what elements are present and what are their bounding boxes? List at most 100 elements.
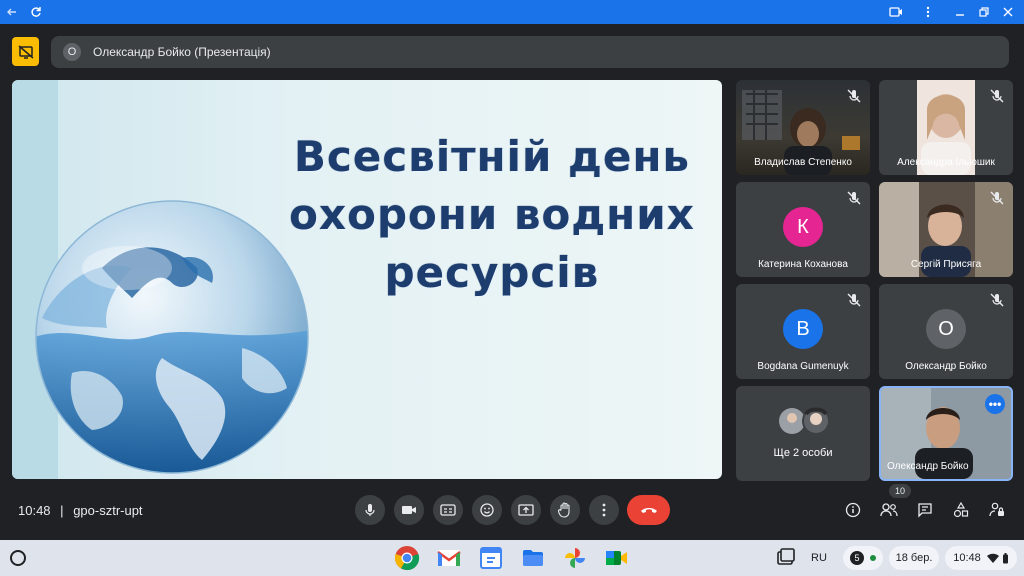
participant-name: Катерина Коханова — [758, 259, 848, 270]
mic-icon — [365, 504, 375, 516]
participant-tile[interactable]: О Олександр Бойко — [879, 284, 1013, 379]
raise-hand-button[interactable] — [550, 495, 580, 525]
separator: | — [60, 503, 64, 518]
participant-tile[interactable]: Александра Ільюшик — [879, 80, 1013, 175]
reactions-button[interactable] — [472, 495, 502, 525]
chrome-icon[interactable] — [394, 545, 420, 571]
participant-name: Сергій Присяга — [910, 259, 982, 270]
present-off-icon — [18, 44, 33, 59]
meet-window: О Олександр Бойко (Презентація) Всесвітн… — [0, 24, 1024, 540]
wifi-icon — [986, 553, 999, 563]
mic-off-icon — [847, 293, 861, 307]
meeting-code: gpo-sztr-upt — [73, 503, 143, 518]
chat-button[interactable] — [912, 497, 938, 523]
battery-icon — [1002, 552, 1008, 563]
cast-button[interactable] — [884, 0, 908, 24]
participant-name: Олександр Бойко — [905, 361, 987, 372]
presenter-avatar: О — [63, 43, 81, 61]
chat-icon — [918, 503, 932, 518]
input-method-indicator[interactable]: RU — [806, 546, 832, 570]
more-participants-tile[interactable]: Ще 2 особи — [736, 386, 870, 481]
meeting-details: 10:48 | gpo-sztr-upt — [18, 503, 143, 518]
participant-avatar: О — [926, 309, 966, 349]
restore-button[interactable] — [972, 0, 996, 24]
camera-button[interactable] — [394, 495, 424, 525]
info-icon — [845, 502, 861, 518]
minimize-button[interactable] — [948, 0, 972, 24]
hand-icon — [558, 502, 570, 518]
group-avatars — [779, 407, 830, 435]
camera-outline-icon — [889, 7, 902, 17]
slide-title-line-3: ресурсів — [384, 248, 600, 297]
videocam-icon — [402, 506, 416, 514]
self-view-tile[interactable]: ••• Олександр Бойко — [879, 386, 1013, 481]
mic-off-icon — [990, 191, 1004, 205]
participant-tile[interactable]: Сергій Присяга — [879, 182, 1013, 277]
call-end-icon — [640, 508, 657, 513]
participant-name: Александра Ільюшик — [897, 157, 995, 168]
calendar-icon[interactable] — [478, 545, 504, 571]
meeting-time: 10:48 — [18, 503, 51, 518]
meet-icon[interactable] — [604, 545, 630, 571]
leave-call-button[interactable] — [627, 495, 670, 525]
presenter-label: Олександр Бойко (Презентація) — [93, 45, 271, 59]
minimize-icon — [956, 14, 964, 16]
captions-button[interactable] — [433, 495, 463, 525]
people-button[interactable] — [876, 497, 902, 523]
status-tray[interactable]: 10:48 — [945, 546, 1017, 570]
back-button[interactable] — [0, 0, 24, 24]
presentation-slide: Всесвітній день охорони водних ресурсів — [12, 80, 722, 479]
os-shelf: RU 5 18 бер. 10:48 — [0, 540, 1024, 576]
more-options-button[interactable] — [589, 495, 619, 525]
photos-icon[interactable] — [562, 545, 588, 571]
clock: 10:48 — [953, 552, 981, 564]
participant-tile[interactable]: B Bogdana Gumenuyk — [736, 284, 870, 379]
host-controls-button[interactable] — [984, 497, 1010, 523]
status-dot-icon — [870, 555, 876, 561]
slide-title-line-1: Всесвітній день — [293, 132, 691, 181]
stop-presenting-button[interactable] — [12, 37, 39, 66]
more-vert-icon — [926, 6, 930, 18]
meeting-controls-bar: 10:48 | gpo-sztr-upt 10 — [0, 484, 1024, 532]
emoji-icon — [480, 503, 494, 517]
launcher-button[interactable] — [10, 550, 26, 566]
close-button[interactable] — [996, 0, 1020, 24]
activities-button[interactable] — [948, 497, 974, 523]
arrow-left-icon — [7, 8, 16, 16]
present-to-all-icon — [518, 504, 534, 516]
window-titlebar — [0, 0, 1024, 24]
water-globe-illustration — [35, 200, 309, 474]
activities-icon — [953, 502, 969, 518]
present-button[interactable] — [511, 495, 541, 525]
slide-title: Всесвітній день охорони водних ресурсів — [282, 128, 702, 302]
reload-icon — [31, 7, 41, 17]
more-participants-label: Ще 2 особи — [773, 447, 833, 459]
gmail-icon[interactable] — [436, 545, 462, 571]
presenter-bar: О Олександр Бойко (Презентація) — [51, 36, 1009, 68]
screen-capture-icon[interactable] — [775, 547, 797, 569]
mic-off-icon — [990, 89, 1004, 103]
files-icon[interactable] — [520, 545, 546, 571]
people-icon — [880, 503, 898, 517]
reload-button[interactable] — [24, 0, 48, 24]
date-indicator[interactable]: 18 бер. — [889, 546, 939, 570]
participant-tile[interactable]: К Катерина Коханова — [736, 182, 870, 277]
notification-count: 5 — [850, 551, 864, 565]
mic-off-icon — [990, 293, 1004, 307]
microphone-button[interactable] — [355, 495, 385, 525]
participant-avatar: К — [783, 207, 823, 247]
meeting-info-button[interactable] — [840, 497, 866, 523]
participant-name: Владислав Степенко — [754, 157, 852, 168]
people-count-badge: 10 — [889, 484, 911, 498]
window-menu-button[interactable] — [916, 0, 940, 24]
close-icon — [1003, 7, 1013, 17]
notification-indicator[interactable]: 5 — [843, 546, 883, 570]
more-options-button[interactable]: ••• — [985, 394, 1005, 414]
mic-off-icon — [847, 191, 861, 205]
participant-name: Bogdana Gumenuyk — [757, 361, 849, 372]
self-name: Олександр Бойко — [887, 461, 969, 472]
lock-person-icon — [989, 502, 1004, 517]
more-vert-icon — [602, 503, 606, 517]
closed-caption-icon — [440, 504, 456, 516]
participant-tile[interactable]: Владислав Степенко — [736, 80, 870, 175]
